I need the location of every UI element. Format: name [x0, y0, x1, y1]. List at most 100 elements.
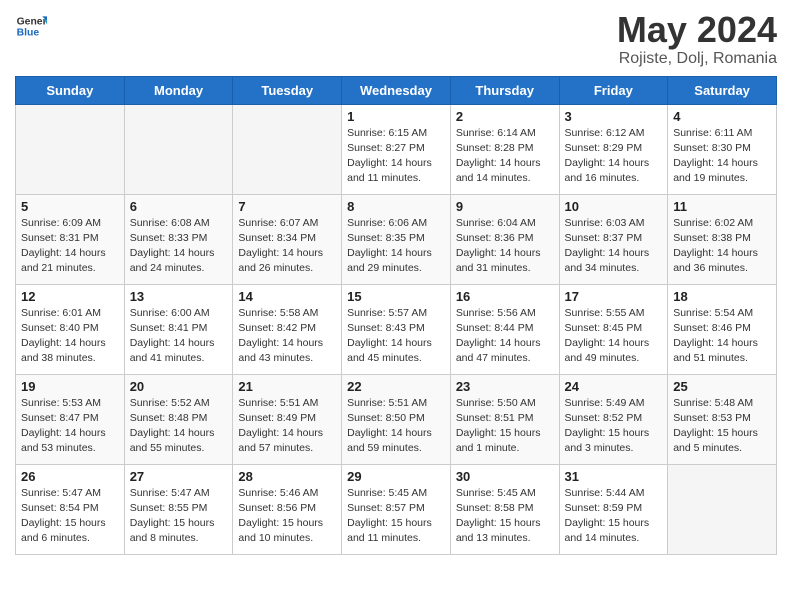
day-info: Sunrise: 5:54 AMSunset: 8:46 PMDaylight:… [673, 306, 771, 367]
day-number: 22 [347, 379, 445, 394]
week-row-1: 1 Sunrise: 6:15 AMSunset: 8:27 PMDaylight… [16, 104, 777, 194]
calendar-cell [16, 104, 125, 194]
day-info: Sunrise: 5:53 AMSunset: 8:47 PMDaylight:… [21, 396, 119, 457]
day-number: 24 [565, 379, 663, 394]
calendar-cell: 15Sunrise: 5:57 AMSunset: 8:43 PMDayligh… [342, 284, 451, 374]
day-info: Sunrise: 5:56 AMSunset: 8:44 PMDaylight:… [456, 306, 554, 367]
day-number: 13 [130, 289, 228, 304]
calendar-cell: 24 Sunrise: 5:49 AMSunset: 8:52 PMDayligh… [559, 374, 668, 464]
week-row-3: 12Sunrise: 6:01 AMSunset: 8:40 PMDayligh… [16, 284, 777, 374]
day-number: 2 [456, 109, 554, 124]
calendar-cell: 7 Sunrise: 6:07 AMSunset: 8:34 PMDaylight… [233, 194, 342, 284]
week-row-2: 5 Sunrise: 6:09 AMSunset: 8:31 PMDaylight… [16, 194, 777, 284]
day-number: 21 [238, 379, 336, 394]
calendar-cell [233, 104, 342, 194]
title-section: May 2024 Rojiste, Dolj, Romania [617, 10, 777, 68]
calendar-cell: 1 Sunrise: 6:15 AMSunset: 8:27 PMDaylight… [342, 104, 451, 194]
day-info: Sunrise: 5:55 AMSunset: 8:45 PMDaylight:… [565, 306, 663, 367]
day-number: 28 [238, 469, 336, 484]
weekday-header-saturday: Saturday [668, 76, 777, 104]
day-info: Sunrise: 5:45 AMSunset: 8:57 PMDaylight:… [347, 486, 445, 547]
day-info: Sunrise: 6:06 AMSunset: 8:35 PMDaylight:… [347, 216, 445, 277]
calendar-cell: 3 Sunrise: 6:12 AMSunset: 8:29 PMDaylight… [559, 104, 668, 194]
calendar-cell: 30 Sunrise: 5:45 AMSunset: 8:58 PMDayligh… [450, 464, 559, 554]
calendar-cell: 16 Sunrise: 5:56 AMSunset: 8:44 PMDayligh… [450, 284, 559, 374]
day-number: 5 [21, 199, 119, 214]
day-number: 4 [673, 109, 771, 124]
calendar-cell: 28 Sunrise: 5:46 AMSunset: 8:56 PMDayligh… [233, 464, 342, 554]
day-info: Sunrise: 6:09 AMSunset: 8:31 PMDaylight:… [21, 216, 119, 277]
day-info: Sunrise: 5:49 AMSunset: 8:52 PMDaylight:… [565, 396, 663, 457]
page-header: General Blue May 2024 Rojiste, Dolj, Rom… [15, 10, 777, 68]
calendar-cell: 20Sunrise: 5:52 AMSunset: 8:48 PMDayligh… [124, 374, 233, 464]
calendar-cell: 19 Sunrise: 5:53 AMSunset: 8:47 PMDayligh… [16, 374, 125, 464]
day-info: Sunrise: 6:00 AMSunset: 8:41 PMDaylight:… [130, 306, 228, 367]
calendar-table: SundayMondayTuesdayWednesdayThursdayFrid… [15, 76, 777, 555]
day-number: 19 [21, 379, 119, 394]
day-number: 26 [21, 469, 119, 484]
weekday-header-row: SundayMondayTuesdayWednesdayThursdayFrid… [16, 76, 777, 104]
weekday-header-thursday: Thursday [450, 76, 559, 104]
month-title: May 2024 [617, 10, 777, 50]
day-info: Sunrise: 6:04 AMSunset: 8:36 PMDaylight:… [456, 216, 554, 277]
location-title: Rojiste, Dolj, Romania [617, 50, 777, 68]
day-info: Sunrise: 5:50 AMSunset: 8:51 PMDaylight:… [456, 396, 554, 457]
weekday-header-monday: Monday [124, 76, 233, 104]
calendar-cell: 8 Sunrise: 6:06 AMSunset: 8:35 PMDaylight… [342, 194, 451, 284]
calendar-cell: 31 Sunrise: 5:44 AMSunset: 8:59 PMDayligh… [559, 464, 668, 554]
day-number: 9 [456, 199, 554, 214]
calendar-cell: 11 Sunrise: 6:02 AMSunset: 8:38 PMDayligh… [668, 194, 777, 284]
day-number: 30 [456, 469, 554, 484]
day-number: 17 [565, 289, 663, 304]
day-info: Sunrise: 6:08 AMSunset: 8:33 PMDaylight:… [130, 216, 228, 277]
calendar-cell: 25 Sunrise: 5:48 AMSunset: 8:53 PMDayligh… [668, 374, 777, 464]
calendar-cell: 4 Sunrise: 6:11 AMSunset: 8:30 PMDaylight… [668, 104, 777, 194]
day-number: 31 [565, 469, 663, 484]
day-info: Sunrise: 5:44 AMSunset: 8:59 PMDaylight:… [565, 486, 663, 547]
day-info: Sunrise: 6:01 AMSunset: 8:40 PMDaylight:… [21, 306, 119, 367]
day-number: 14 [238, 289, 336, 304]
calendar-cell: 27Sunrise: 5:47 AMSunset: 8:55 PMDayligh… [124, 464, 233, 554]
day-number: 11 [673, 199, 771, 214]
day-number: 7 [238, 199, 336, 214]
calendar-cell: 18Sunrise: 5:54 AMSunset: 8:46 PMDayligh… [668, 284, 777, 374]
day-number: 1 [347, 109, 445, 124]
day-number: 23 [456, 379, 554, 394]
calendar-cell: 6Sunrise: 6:08 AMSunset: 8:33 PMDaylight… [124, 194, 233, 284]
calendar-cell [124, 104, 233, 194]
calendar-cell: 14Sunrise: 5:58 AMSunset: 8:42 PMDayligh… [233, 284, 342, 374]
calendar-cell: 5 Sunrise: 6:09 AMSunset: 8:31 PMDaylight… [16, 194, 125, 284]
calendar-cell: 13 Sunrise: 6:00 AMSunset: 8:41 PMDayligh… [124, 284, 233, 374]
day-info: Sunrise: 6:15 AMSunset: 8:27 PMDaylight:… [347, 126, 445, 187]
day-number: 8 [347, 199, 445, 214]
weekday-header-tuesday: Tuesday [233, 76, 342, 104]
day-number: 3 [565, 109, 663, 124]
calendar-cell: 23 Sunrise: 5:50 AMSunset: 8:51 PMDayligh… [450, 374, 559, 464]
logo-icon: General Blue [15, 10, 47, 42]
week-row-4: 19 Sunrise: 5:53 AMSunset: 8:47 PMDayligh… [16, 374, 777, 464]
day-info: Sunrise: 5:52 AMSunset: 8:48 PMDaylight:… [130, 396, 228, 457]
calendar-cell: 21Sunrise: 5:51 AMSunset: 8:49 PMDayligh… [233, 374, 342, 464]
calendar-cell: 10Sunrise: 6:03 AMSunset: 8:37 PMDayligh… [559, 194, 668, 284]
calendar-cell: 26Sunrise: 5:47 AMSunset: 8:54 PMDayligh… [16, 464, 125, 554]
logo: General Blue [15, 10, 47, 42]
svg-text:General: General [17, 16, 47, 27]
day-info: Sunrise: 5:46 AMSunset: 8:56 PMDaylight:… [238, 486, 336, 547]
calendar-cell: 22Sunrise: 5:51 AMSunset: 8:50 PMDayligh… [342, 374, 451, 464]
calendar-cell: 9 Sunrise: 6:04 AMSunset: 8:36 PMDaylight… [450, 194, 559, 284]
day-number: 29 [347, 469, 445, 484]
day-info: Sunrise: 6:02 AMSunset: 8:38 PMDaylight:… [673, 216, 771, 277]
day-info: Sunrise: 5:57 AMSunset: 8:43 PMDaylight:… [347, 306, 445, 367]
day-info: Sunrise: 5:45 AMSunset: 8:58 PMDaylight:… [456, 486, 554, 547]
calendar-cell [668, 464, 777, 554]
day-info: Sunrise: 5:48 AMSunset: 8:53 PMDaylight:… [673, 396, 771, 457]
calendar-cell: 17 Sunrise: 5:55 AMSunset: 8:45 PMDayligh… [559, 284, 668, 374]
day-info: Sunrise: 6:11 AMSunset: 8:30 PMDaylight:… [673, 126, 771, 187]
day-number: 10 [565, 199, 663, 214]
day-number: 25 [673, 379, 771, 394]
day-info: Sunrise: 6:14 AMSunset: 8:28 PMDaylight:… [456, 126, 554, 187]
day-number: 27 [130, 469, 228, 484]
day-info: Sunrise: 6:07 AMSunset: 8:34 PMDaylight:… [238, 216, 336, 277]
day-info: Sunrise: 6:12 AMSunset: 8:29 PMDaylight:… [565, 126, 663, 187]
day-number: 16 [456, 289, 554, 304]
